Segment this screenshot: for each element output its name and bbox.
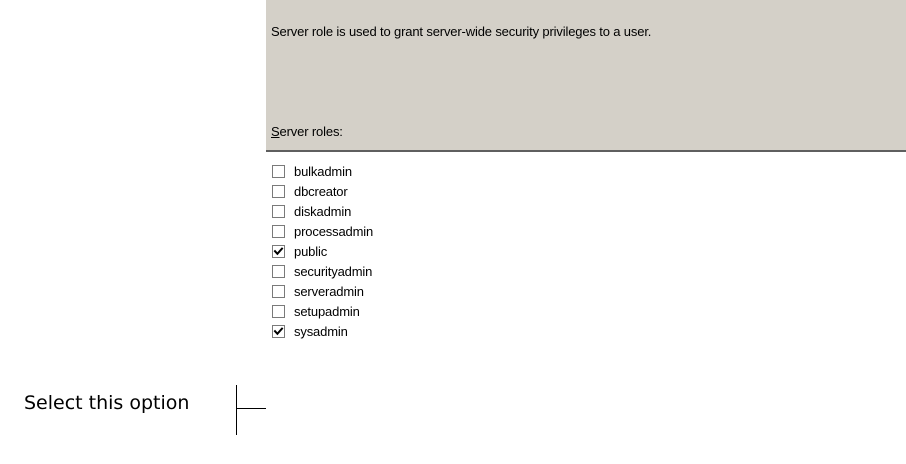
annotation-pointer-line xyxy=(236,408,266,409)
server-role-description: Server role is used to grant server-wide… xyxy=(271,24,652,39)
server-roles-label: Server roles: xyxy=(271,124,343,139)
role-item-processadmin[interactable]: processadmin xyxy=(272,221,373,241)
checkmark-icon xyxy=(273,246,284,255)
annotation-bracket-line xyxy=(236,385,237,435)
role-label: securityadmin xyxy=(294,263,373,279)
role-checkbox[interactable] xyxy=(272,304,285,318)
role-item-bulkadmin[interactable]: bulkadmin xyxy=(272,161,373,181)
role-checkbox[interactable] xyxy=(272,284,285,298)
role-label: dbcreator xyxy=(294,183,348,199)
checkmark-icon xyxy=(273,326,284,335)
role-label: serveradmin xyxy=(294,283,364,299)
role-item-serveradmin[interactable]: serveradmin xyxy=(272,281,373,301)
role-label: processadmin xyxy=(294,223,374,239)
role-label: bulkadmin xyxy=(294,163,352,179)
role-checkbox[interactable] xyxy=(272,244,285,258)
role-checkbox[interactable] xyxy=(272,224,285,238)
page: Server role is used to grant server-wide… xyxy=(0,0,906,464)
role-item-diskadmin[interactable]: diskadmin xyxy=(272,201,373,221)
server-roles-label-mnemonic: S xyxy=(271,124,280,139)
role-item-securityadmin[interactable]: securityadmin xyxy=(272,261,373,281)
role-item-public[interactable]: public xyxy=(272,241,373,261)
role-checkbox[interactable] xyxy=(272,324,285,338)
role-item-dbcreator[interactable]: dbcreator xyxy=(272,181,373,201)
role-label: diskadmin xyxy=(294,203,352,219)
role-item-sysadmin[interactable]: sysadmin xyxy=(272,321,373,341)
role-checkbox[interactable] xyxy=(272,264,285,278)
role-label: sysadmin xyxy=(294,323,348,339)
role-checkbox[interactable] xyxy=(272,164,285,178)
server-roles-list: bulkadmin dbcreator diskadmin processadm… xyxy=(272,161,373,341)
annotation-callout-text: Select this option xyxy=(24,392,190,414)
server-roles-label-text: erver roles: xyxy=(279,124,343,139)
dialog-panel xyxy=(266,0,906,152)
role-checkbox[interactable] xyxy=(272,204,285,218)
role-checkbox[interactable] xyxy=(272,184,285,198)
role-label: setupadmin xyxy=(294,303,360,319)
role-label: public xyxy=(294,243,328,259)
role-item-setupadmin[interactable]: setupadmin xyxy=(272,301,373,321)
